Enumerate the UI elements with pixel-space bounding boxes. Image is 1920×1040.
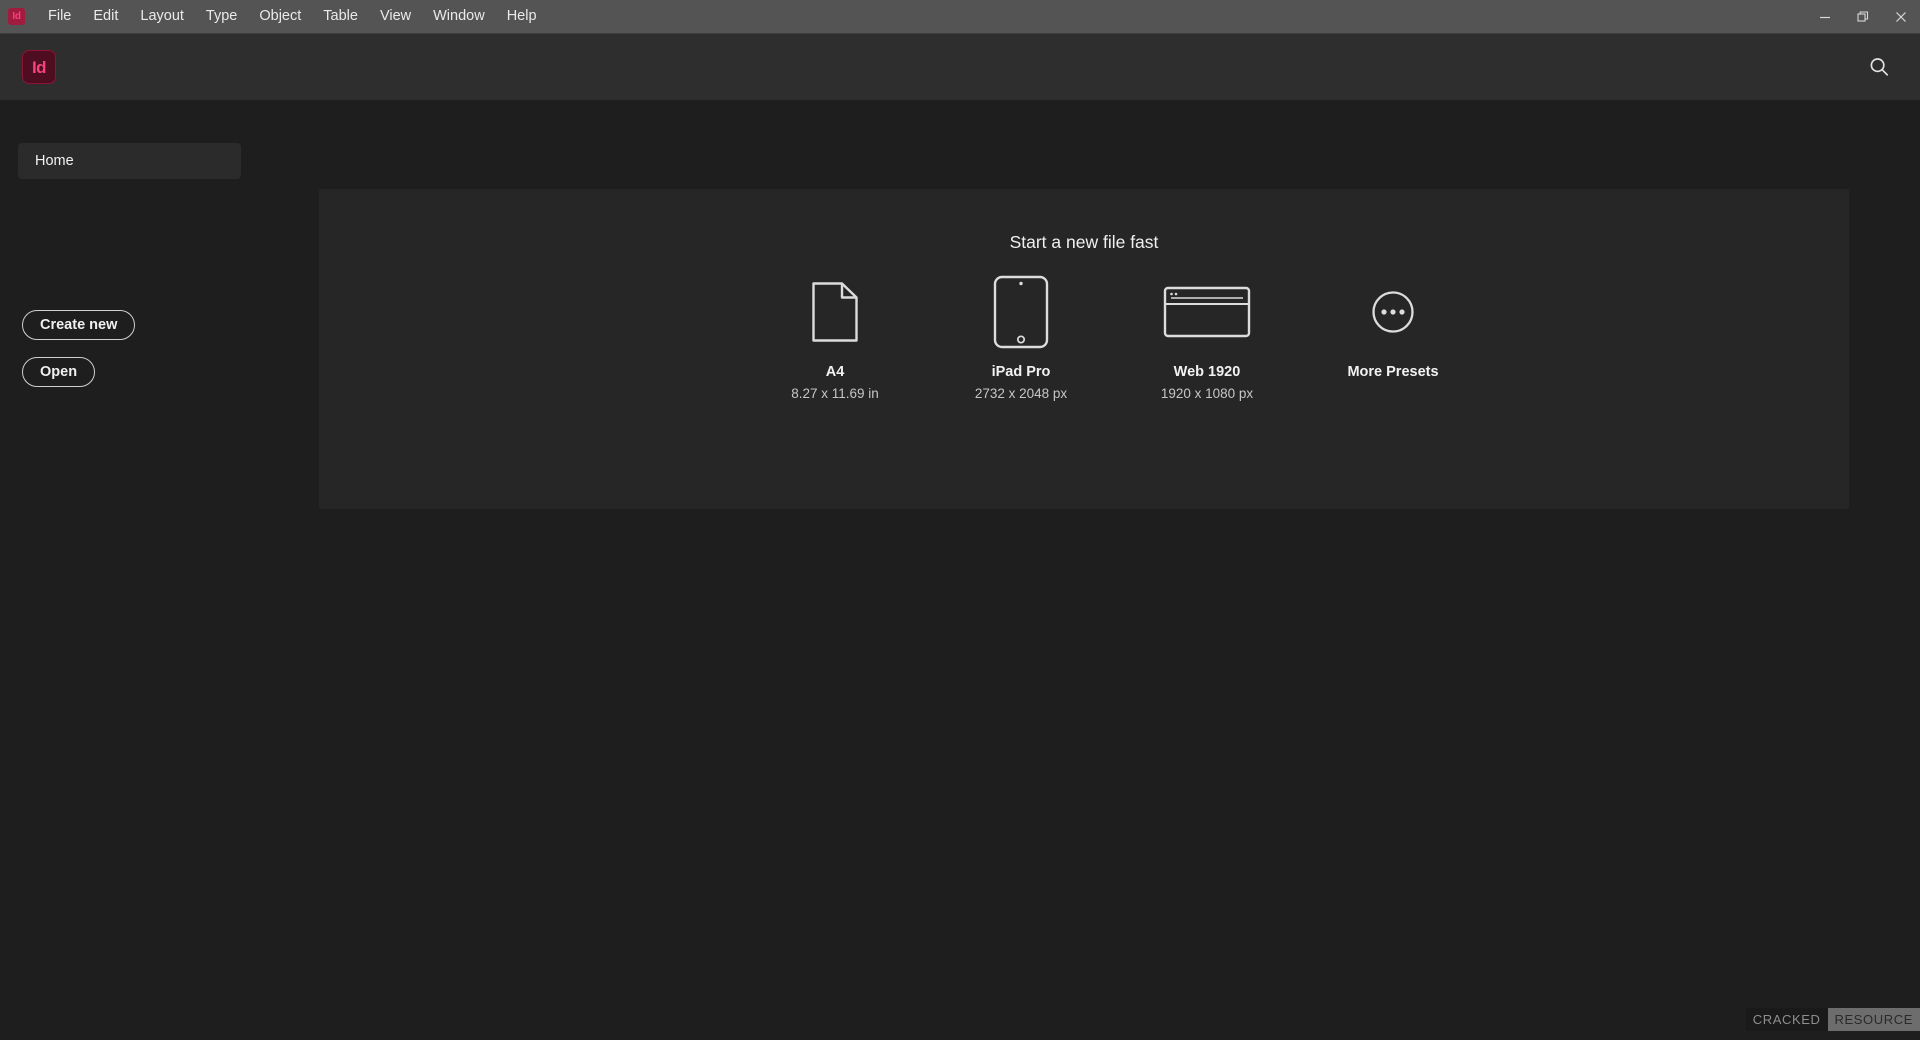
indesign-logo-text: Id <box>31 57 47 77</box>
minimize-icon <box>1820 16 1830 19</box>
close-button[interactable] <box>1882 0 1920 34</box>
preset-web-1920-name: Web 1920 <box>1173 364 1241 380</box>
tablet-icon <box>993 274 1049 350</box>
window-controls <box>1806 0 1920 34</box>
open-button[interactable]: Open <box>22 357 96 387</box>
watermark-part-cracked: CRACKED <box>1745 1008 1828 1031</box>
preset-ipad-pro-name: iPad Pro <box>991 364 1051 380</box>
menu-item-type[interactable]: Type <box>195 6 248 27</box>
watermark: CRACKED RESOURCE <box>1745 1008 1920 1031</box>
menu-item-layout[interactable]: Layout <box>129 6 195 27</box>
preset-ipad-pro-size: 2732 x 2048 px <box>974 386 1068 401</box>
sidebar-item-home-label: Home <box>35 153 74 169</box>
start-panel: Start a new file fast A4 8.27 x 11.69 in <box>319 189 1849 509</box>
minimize-button[interactable] <box>1806 0 1844 34</box>
sidebar-item-home[interactable]: Home <box>18 143 241 179</box>
menu-item-table[interactable]: Table <box>312 6 369 27</box>
search-button[interactable] <box>1862 50 1896 84</box>
menu-item-edit[interactable]: Edit <box>82 6 129 27</box>
document-page-icon <box>811 274 859 350</box>
menu-bar: Id File Edit Layout Type Object Table Vi… <box>0 0 1920 34</box>
preset-more-presets[interactable]: More Presets <box>1329 274 1457 401</box>
preset-web-1920[interactable]: Web 1920 1920 x 1080 px <box>1143 274 1271 401</box>
preset-web-1920-size: 1920 x 1080 px <box>1160 386 1254 401</box>
menu-item-view[interactable]: View <box>369 6 422 27</box>
preset-more-presets-name: More Presets <box>1347 364 1439 380</box>
watermark-part-resource: RESOURCE <box>1827 1008 1920 1031</box>
restore-icon <box>1857 11 1869 22</box>
sidebar: Home Create new Open <box>0 100 260 1040</box>
menu-item-help[interactable]: Help <box>496 6 548 27</box>
preset-a4-name: A4 <box>825 364 845 380</box>
create-new-button[interactable]: Create new <box>22 310 136 340</box>
preset-ipad-pro[interactable]: iPad Pro 2732 x 2048 px <box>957 274 1085 401</box>
app-icon-label: Id <box>12 10 21 22</box>
menu-item-file[interactable]: File <box>37 6 82 27</box>
preset-row: A4 8.27 x 11.69 in iPad Pro 2732 x 2048 … <box>319 274 1849 401</box>
app-icon-badge: Id <box>8 8 25 25</box>
ellipsis-circle-icon <box>1371 274 1415 350</box>
browser-window-icon <box>1163 274 1251 350</box>
app-header-bar: Id <box>0 34 1920 100</box>
preset-a4-size: 8.27 x 11.69 in <box>791 386 879 401</box>
search-icon <box>1870 58 1889 76</box>
panel-title: Start a new file fast <box>1009 232 1159 252</box>
menu-item-object[interactable]: Object <box>248 6 312 27</box>
menu-item-window[interactable]: Window <box>422 6 496 27</box>
close-icon <box>1896 12 1906 22</box>
restore-button[interactable] <box>1844 0 1882 34</box>
preset-a4[interactable]: A4 8.27 x 11.69 in <box>771 274 899 401</box>
indesign-logo: Id <box>22 50 56 84</box>
